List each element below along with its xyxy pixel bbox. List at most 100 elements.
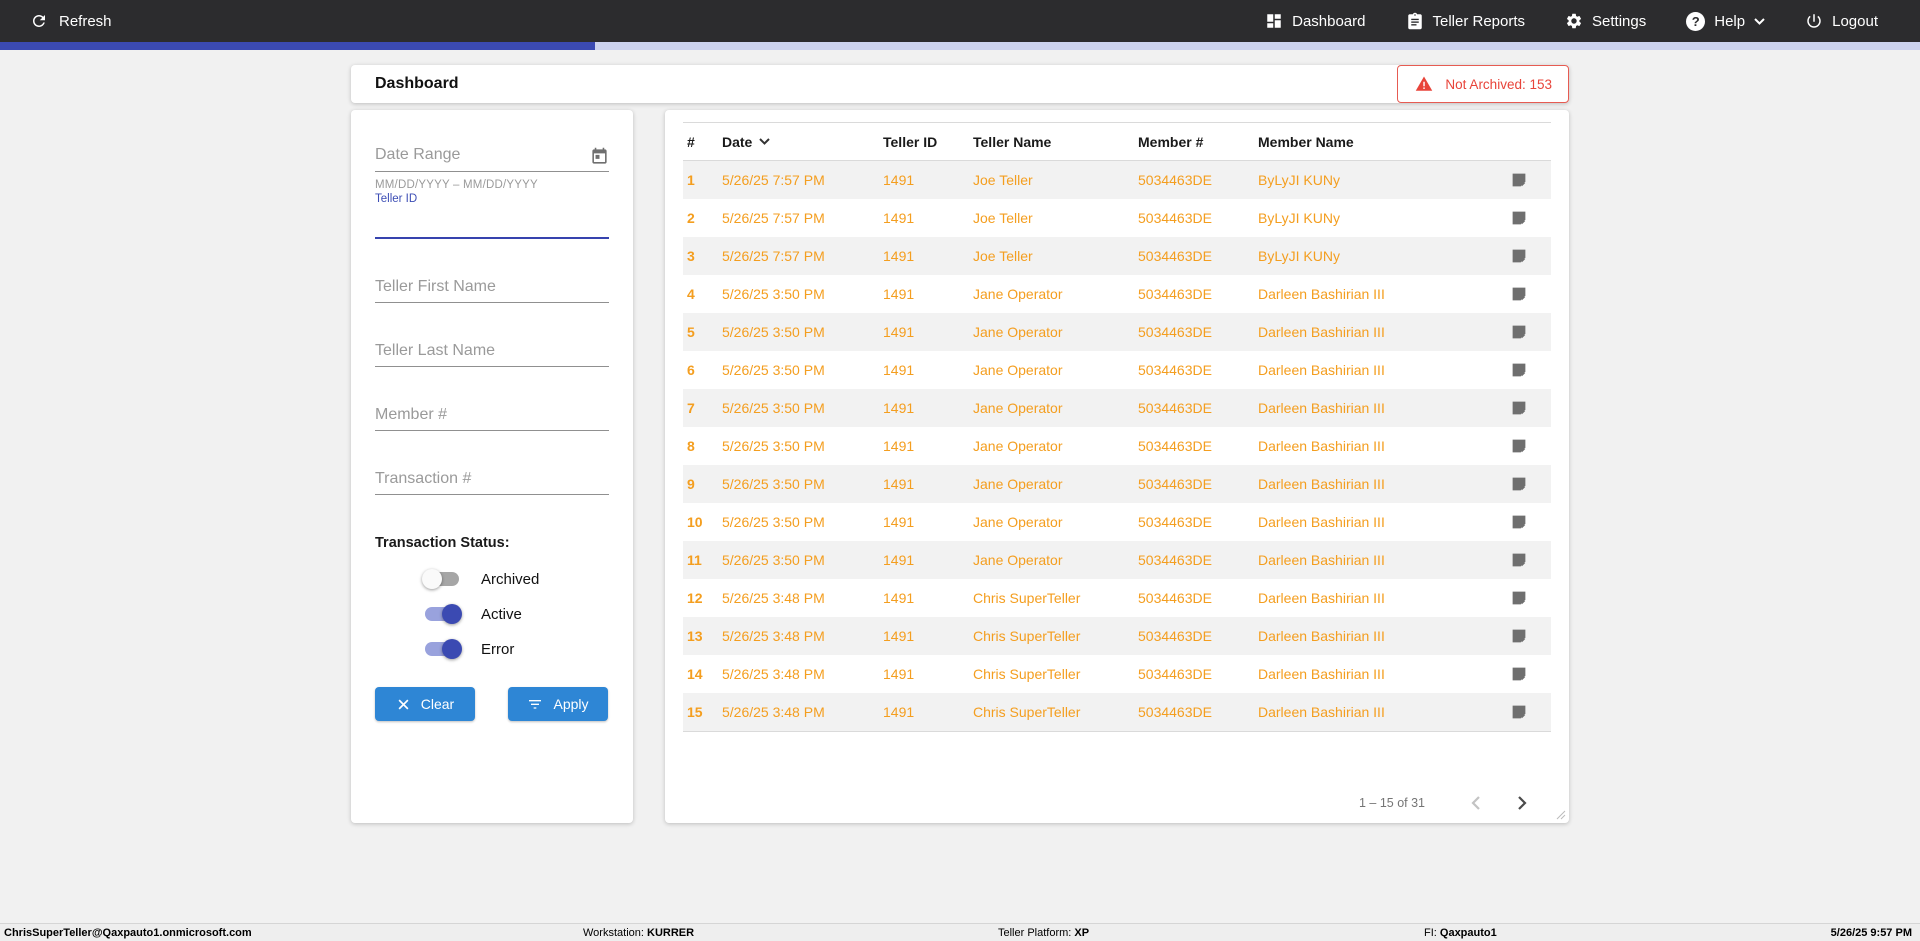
table-row[interactable]: 3 5/26/25 7:57 PM 1491 Joe Teller 503446… xyxy=(683,237,1551,275)
member-number-input[interactable] xyxy=(375,403,609,431)
cell-teller-id: 1491 xyxy=(883,590,915,606)
cell-row-number: 4 xyxy=(687,286,695,302)
cell-row-number: 13 xyxy=(687,628,703,644)
cell-row-number: 11 xyxy=(687,552,702,568)
row-note-button[interactable] xyxy=(1487,209,1551,227)
cell-member-number: 5034463DE xyxy=(1138,666,1212,682)
toggle-archived[interactable] xyxy=(422,569,459,589)
dashboard-icon xyxy=(1267,14,1281,28)
table-row[interactable]: 14 5/26/25 3:48 PM 1491 Chris SuperTelle… xyxy=(683,655,1551,693)
teller-first-name-input[interactable] xyxy=(375,275,609,303)
row-note-button[interactable] xyxy=(1487,285,1551,303)
transaction-status-label: Transaction Status: xyxy=(375,535,510,551)
resize-grip[interactable] xyxy=(1556,810,1566,820)
next-page-button[interactable] xyxy=(1507,788,1537,818)
table-row[interactable]: 5 5/26/25 3:50 PM 1491 Jane Operator 503… xyxy=(683,313,1551,351)
row-note-button[interactable] xyxy=(1487,551,1551,569)
table-row[interactable]: 10 5/26/25 3:50 PM 1491 Jane Operator 50… xyxy=(683,503,1551,541)
cell-teller-id: 1491 xyxy=(883,476,915,492)
refresh-button[interactable]: Refresh xyxy=(30,12,112,30)
note-icon xyxy=(1512,591,1526,605)
nav-logout[interactable]: Logout xyxy=(1805,12,1878,30)
date-range-input[interactable] xyxy=(375,144,590,166)
cell-member-number: 5034463DE xyxy=(1138,400,1212,416)
cell-date: 5/26/25 3:48 PM xyxy=(722,704,825,720)
cell-member-name: ByLyJI KUNy xyxy=(1258,210,1340,226)
nav-logout-label: Logout xyxy=(1832,12,1878,30)
not-archived-badge[interactable]: Not Archived: 153 xyxy=(1397,65,1569,103)
row-note-button[interactable] xyxy=(1487,437,1551,455)
cell-member-number: 5034463DE xyxy=(1138,476,1212,492)
teller-id-label: Teller ID xyxy=(375,193,418,205)
row-note-button[interactable] xyxy=(1487,589,1551,607)
table-row[interactable]: 15 5/26/25 3:48 PM 1491 Chris SuperTelle… xyxy=(683,693,1551,731)
cell-teller-name: Jane Operator xyxy=(973,400,1063,416)
table-row[interactable]: 2 5/26/25 7:57 PM 1491 Joe Teller 503446… xyxy=(683,199,1551,237)
row-note-button[interactable] xyxy=(1487,703,1551,721)
cell-teller-name: Joe Teller xyxy=(973,172,1033,188)
cell-teller-id: 1491 xyxy=(883,704,915,720)
cell-teller-id: 1491 xyxy=(883,362,915,378)
apply-button[interactable]: Apply xyxy=(508,687,608,721)
nav-dashboard[interactable]: Dashboard xyxy=(1265,12,1366,30)
nav-teller-reports[interactable]: Teller Reports xyxy=(1406,12,1525,30)
clear-button-label: Clear xyxy=(420,696,455,712)
col-header-date[interactable]: Date xyxy=(722,134,883,150)
sort-chevron-down-icon xyxy=(759,138,771,145)
transaction-number-input[interactable] xyxy=(375,467,609,495)
row-note-button[interactable] xyxy=(1487,399,1551,417)
reports-icon xyxy=(1407,12,1422,30)
table-row[interactable]: 7 5/26/25 3:50 PM 1491 Jane Operator 503… xyxy=(683,389,1551,427)
cell-member-number: 5034463DE xyxy=(1138,552,1212,568)
row-note-button[interactable] xyxy=(1487,665,1551,683)
cell-row-number: 6 xyxy=(687,362,695,378)
nav-help-label: Help xyxy=(1714,12,1746,30)
status-toggle-row: Active xyxy=(425,604,609,624)
toggle-error[interactable] xyxy=(425,639,462,659)
note-icon xyxy=(1512,363,1526,377)
warning-icon xyxy=(1416,76,1433,91)
chevron-right-icon xyxy=(1518,796,1527,810)
table-header-row: # Date Teller ID Teller Name Member # Me… xyxy=(683,123,1551,161)
cell-row-number: 2 xyxy=(687,210,695,226)
table-row[interactable]: 1 5/26/25 7:57 PM 1491 Joe Teller 503446… xyxy=(683,161,1551,199)
row-note-button[interactable] xyxy=(1487,627,1551,645)
row-note-button[interactable] xyxy=(1487,513,1551,531)
teller-id-input[interactable] xyxy=(375,209,609,239)
nav-help[interactable]: ? Help xyxy=(1686,11,1765,31)
cell-date: 5/26/25 7:57 PM xyxy=(722,248,825,264)
table-row[interactable]: 4 5/26/25 3:50 PM 1491 Jane Operator 503… xyxy=(683,275,1551,313)
table-row[interactable]: 13 5/26/25 3:48 PM 1491 Chris SuperTelle… xyxy=(683,617,1551,655)
clear-button[interactable]: Clear xyxy=(375,687,475,721)
cell-member-name: ByLyJI KUNy xyxy=(1258,248,1340,264)
calendar-button[interactable] xyxy=(590,147,609,166)
cell-row-number: 14 xyxy=(687,666,703,682)
cell-member-name: Darleen Bashirian III xyxy=(1258,514,1385,530)
prev-page-button[interactable] xyxy=(1461,788,1491,818)
cell-member-number: 5034463DE xyxy=(1138,628,1212,644)
cell-teller-name: Jane Operator xyxy=(973,476,1063,492)
teller-last-name-input[interactable] xyxy=(375,339,609,367)
cell-member-number: 5034463DE xyxy=(1138,324,1212,340)
cell-teller-id: 1491 xyxy=(883,552,915,568)
table-row[interactable]: 8 5/26/25 3:50 PM 1491 Jane Operator 503… xyxy=(683,427,1551,465)
row-note-button[interactable] xyxy=(1487,361,1551,379)
nav-settings[interactable]: Settings xyxy=(1565,12,1646,30)
row-note-button[interactable] xyxy=(1487,323,1551,341)
toggle-active[interactable] xyxy=(425,604,462,624)
progress-bar-fill xyxy=(0,42,596,50)
cell-member-name: Darleen Bashirian III xyxy=(1258,628,1385,644)
row-note-button[interactable] xyxy=(1487,475,1551,493)
cell-row-number: 5 xyxy=(687,324,695,340)
col-header-member-num: Member # xyxy=(1138,133,1204,150)
cell-row-number: 8 xyxy=(687,438,695,454)
statusbar-user: ChrisSuperTeller@Qaxpauto1.onmicrosoft.c… xyxy=(4,926,252,939)
statusbar-datetime: 5/26/25 9:57 PM xyxy=(1830,926,1912,939)
table-row[interactable]: 12 5/26/25 3:48 PM 1491 Chris SuperTelle… xyxy=(683,579,1551,617)
row-note-button[interactable] xyxy=(1487,247,1551,265)
table-row[interactable]: 6 5/26/25 3:50 PM 1491 Jane Operator 503… xyxy=(683,351,1551,389)
table-row[interactable]: 11 5/26/25 3:50 PM 1491 Jane Operator 50… xyxy=(683,541,1551,579)
col-header-teller-name: Teller Name xyxy=(973,133,1052,150)
table-row[interactable]: 9 5/26/25 3:50 PM 1491 Jane Operator 503… xyxy=(683,465,1551,503)
row-note-button[interactable] xyxy=(1487,171,1551,189)
